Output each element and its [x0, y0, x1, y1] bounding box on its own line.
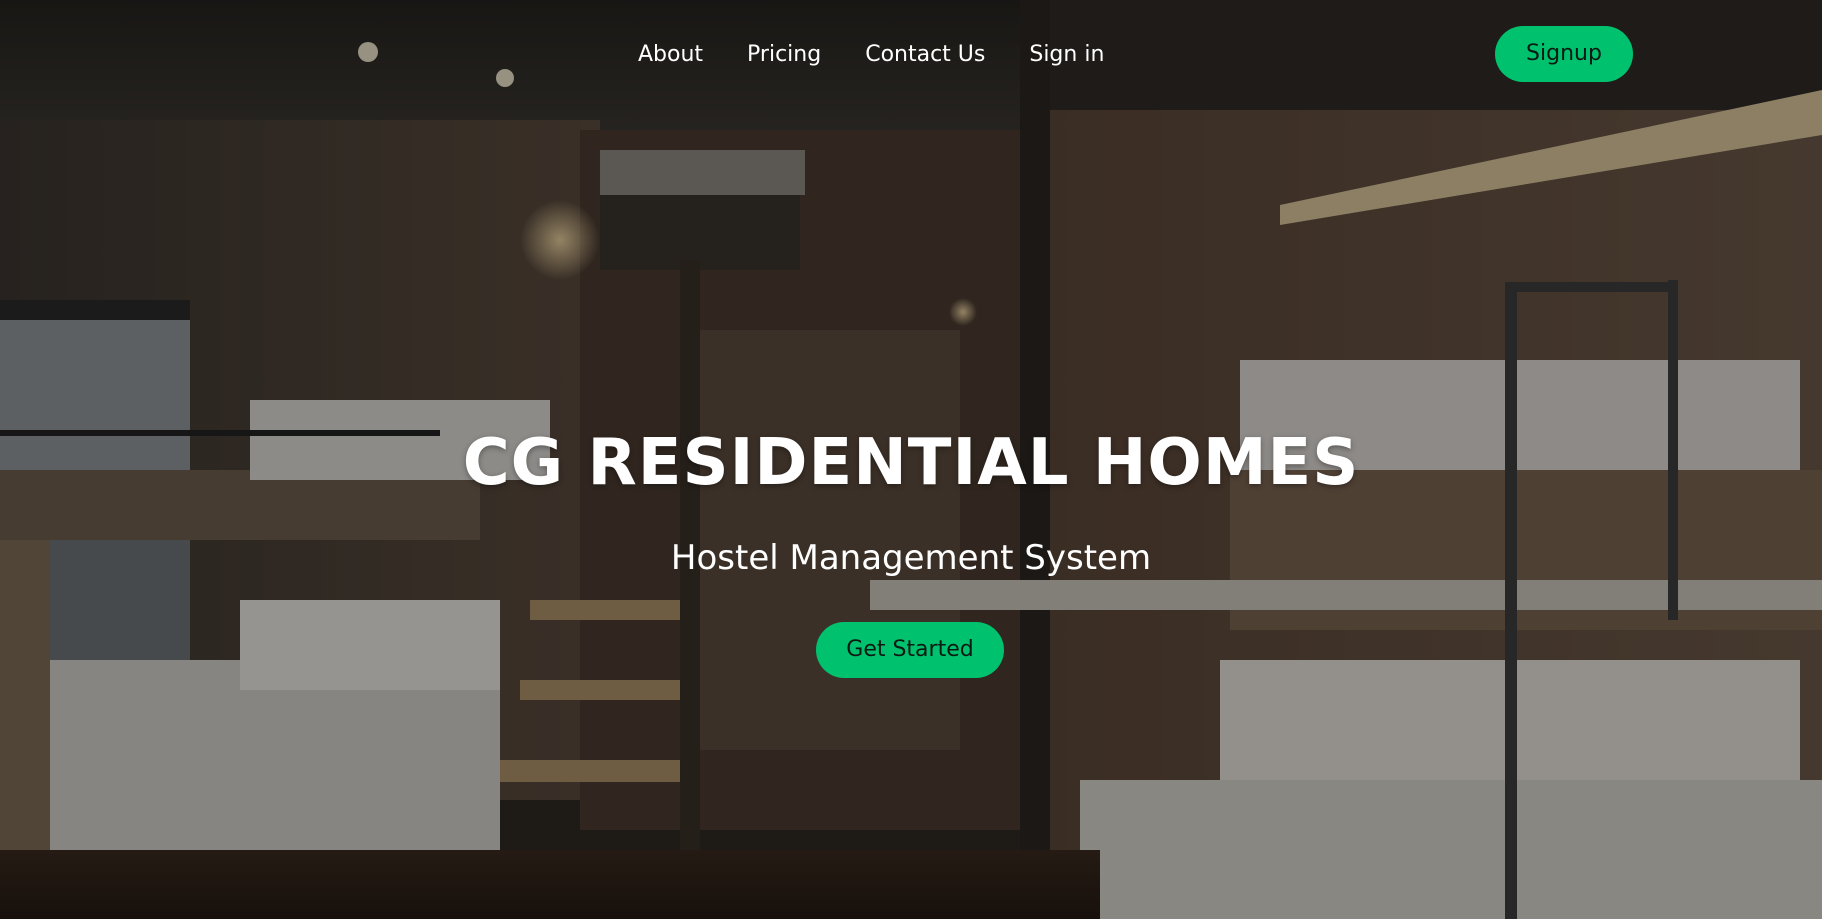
signup-button[interactable]: Signup [1495, 26, 1633, 82]
hero-title: CG RESIDENTIAL HOMES [462, 426, 1360, 500]
nav-links: About Pricing Contact Us Sign in [638, 40, 1148, 70]
get-started-button[interactable]: Get Started [816, 622, 1004, 678]
nav-link-sign-in[interactable]: Sign in [1029, 40, 1104, 70]
nav-link-pricing[interactable]: Pricing [747, 40, 821, 70]
hero-section: About Pricing Contact Us Sign in Signup … [0, 0, 1822, 919]
nav-link-about[interactable]: About [638, 40, 703, 70]
top-navigation: About Pricing Contact Us Sign in Signup [0, 0, 1822, 110]
nav-link-contact-us[interactable]: Contact Us [865, 40, 985, 70]
hero-subtitle: Hostel Management System [670, 538, 1152, 578]
